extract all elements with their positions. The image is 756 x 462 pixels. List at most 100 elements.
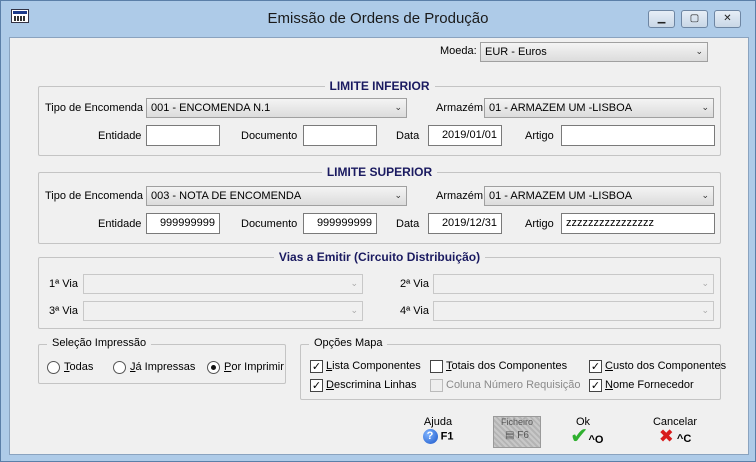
nome-mnemonic: N bbox=[605, 379, 613, 391]
via1-label: 1ª Via bbox=[49, 278, 78, 290]
minimize-button[interactable]: ▁ bbox=[648, 10, 675, 28]
maximize-icon: ▢ bbox=[689, 13, 700, 24]
entidade-inferior-input[interactable] bbox=[146, 125, 220, 146]
nome-fornecedor-checkbox[interactable]: ✓ bbox=[589, 379, 602, 392]
main-window: Emissão de Ordens de Produção ▁ ▢ ✕ Moed… bbox=[0, 0, 756, 462]
folder-icon: ▤ bbox=[505, 430, 515, 441]
todas-radio[interactable] bbox=[47, 361, 60, 374]
entidade-label: Entidade bbox=[98, 130, 142, 142]
lista-componentes-label[interactable]: Lista Componentes bbox=[326, 360, 421, 372]
armazem-superior-select[interactable]: 01 - ARMAZEM UM -LISBOA ⌄ bbox=[484, 186, 714, 206]
data-inferior-input[interactable]: 2019/01/01 bbox=[428, 125, 502, 146]
maximize-button[interactable]: ▢ bbox=[681, 10, 708, 28]
via3-label: 3ª Via bbox=[49, 305, 78, 317]
coluna-requisicao-label: Coluna Número Requisição bbox=[446, 379, 581, 391]
title-bar[interactable]: Emissão de Ordens de Produção ▁ ▢ ✕ bbox=[1, 1, 755, 37]
documento-label: Documento bbox=[241, 130, 298, 142]
documento-superior-input[interactable]: 999999999 bbox=[303, 213, 377, 234]
por-imprimir-radio[interactable] bbox=[207, 361, 220, 374]
chevron-down-icon: ⌄ bbox=[701, 103, 709, 113]
moeda-select[interactable]: EUR - Euros ⌄ bbox=[480, 42, 708, 62]
limite-superior-group: LIMITE SUPERIOR Tipo de Encomenda 003 - … bbox=[38, 165, 721, 244]
cancelar-button[interactable]: Cancelar ✖ ^C bbox=[650, 416, 700, 446]
entidade-label: Entidade bbox=[98, 218, 142, 230]
moeda-label: Moeda: bbox=[440, 45, 477, 57]
vias-group: Vias a Emitir (Circuito Distribuição) 1ª… bbox=[38, 250, 721, 329]
artigo-label: Artigo bbox=[525, 218, 554, 230]
window-title: Emissão de Ordens de Produção bbox=[267, 10, 489, 27]
armazem-label: Armazém bbox=[436, 102, 484, 114]
custo-componentes-label[interactable]: Custo dos Componentes bbox=[605, 360, 726, 372]
check-icon: ✓ bbox=[311, 360, 322, 373]
artigo-inferior-input[interactable] bbox=[561, 125, 715, 146]
help-icon: ? bbox=[422, 429, 438, 444]
chevron-down-icon: ⌄ bbox=[350, 279, 358, 289]
totais-componentes-checkbox[interactable] bbox=[430, 360, 443, 373]
todas-label[interactable]: Todas bbox=[64, 361, 93, 373]
ja-impressas-label[interactable]: Já Impressas bbox=[130, 361, 195, 373]
chevron-down-icon: ⌄ bbox=[695, 47, 703, 57]
opcoes-title-wrap: Opções Mapa bbox=[309, 337, 720, 349]
armazem-inferior-value: 01 - ARMAZEM UM -LISBOA bbox=[489, 102, 633, 114]
custo-componentes-checkbox[interactable]: ✓ bbox=[589, 360, 602, 373]
documento-label: Documento bbox=[241, 218, 298, 230]
nome-text: ome Fornecedor bbox=[612, 379, 694, 391]
tipo-encomenda-inferior-select[interactable]: 001 - ENCOMENDA N.1 ⌄ bbox=[146, 98, 407, 118]
ficheiro-button: Ficheiro ▤ F6 bbox=[493, 416, 541, 448]
descrimina-mnemonic: D bbox=[326, 379, 334, 391]
via3-select[interactable]: ⌄ bbox=[83, 301, 363, 321]
chevron-down-icon: ⌄ bbox=[701, 306, 709, 316]
ja-impressas-radio[interactable] bbox=[113, 361, 126, 374]
descrimina-linhas-label[interactable]: Descrimina Linhas bbox=[326, 379, 417, 391]
tipo-encomenda-superior-select[interactable]: 003 - NOTA DE ENCOMENDA ⌄ bbox=[146, 186, 407, 206]
descrimina-linhas-checkbox[interactable]: ✓ bbox=[310, 379, 323, 392]
armazem-superior-value: 01 - ARMAZEM UM -LISBOA bbox=[489, 190, 633, 202]
limite-inferior-title: LIMITE INFERIOR bbox=[324, 79, 435, 93]
via4-label: 4ª Via bbox=[400, 305, 429, 317]
check-icon: ✔ bbox=[570, 424, 589, 449]
coluna-requisicao-checkbox[interactable] bbox=[430, 379, 443, 392]
ajuda-label: Ajuda bbox=[423, 416, 453, 428]
ajuda-button[interactable]: Ajuda ? F1 bbox=[418, 416, 458, 444]
nome-fornecedor-label[interactable]: Nome Fornecedor bbox=[605, 379, 694, 391]
artigo-label: Artigo bbox=[525, 130, 554, 142]
check-icon: ✓ bbox=[590, 360, 601, 373]
minimize-icon: ▁ bbox=[657, 13, 666, 24]
lista-componentes-checkbox[interactable]: ✓ bbox=[310, 360, 323, 373]
ok-key: ^O bbox=[588, 434, 604, 446]
via2-select[interactable]: ⌄ bbox=[433, 274, 714, 294]
chevron-down-icon: ⌄ bbox=[350, 306, 358, 316]
selecao-title-wrap: Seleção Impressão bbox=[47, 337, 285, 349]
chevron-down-icon: ⌄ bbox=[394, 103, 402, 113]
tipo-encomenda-inferior-value: 001 - ENCOMENDA N.1 bbox=[151, 102, 271, 114]
vias-title: Vias a Emitir (Circuito Distribuição) bbox=[273, 250, 486, 264]
artigo-superior-input[interactable]: zzzzzzzzzzzzzzzz bbox=[561, 213, 715, 234]
ja-text: á Impressas bbox=[135, 361, 196, 373]
cancelar-label: Cancelar bbox=[652, 416, 698, 428]
selecao-title: Seleção Impressão bbox=[47, 337, 152, 349]
vias-title-wrap: Vias a Emitir (Circuito Distribuição) bbox=[39, 250, 720, 264]
documento-inferior-input[interactable] bbox=[303, 125, 377, 146]
totais-componentes-label[interactable]: Totais dos Componentes bbox=[446, 360, 567, 372]
todas-text: odas bbox=[69, 361, 94, 373]
data-label: Data bbox=[396, 218, 420, 230]
via1-select[interactable]: ⌄ bbox=[83, 274, 363, 294]
opcoes-title: Opções Mapa bbox=[309, 337, 388, 349]
chevron-down-icon: ⌄ bbox=[394, 191, 402, 201]
via2-label: 2ª Via bbox=[400, 278, 429, 290]
limite-inferior-title-wrap: LIMITE INFERIOR bbox=[39, 79, 720, 93]
check-icon: ✓ bbox=[590, 379, 601, 392]
ok-button[interactable]: Ok ✔^O bbox=[570, 416, 620, 449]
entidade-superior-input[interactable]: 999999999 bbox=[146, 213, 220, 234]
check-icon: ✓ bbox=[311, 379, 322, 392]
data-superior-input[interactable]: 2019/12/31 bbox=[428, 213, 502, 234]
close-button[interactable]: ✕ bbox=[714, 10, 741, 28]
armazem-inferior-select[interactable]: 01 - ARMAZEM UM -LISBOA ⌄ bbox=[484, 98, 714, 118]
custo-text: usto dos Componentes bbox=[612, 360, 727, 372]
por-imprimir-label[interactable]: Por Imprimir bbox=[224, 361, 284, 373]
cancelar-key: ^C bbox=[676, 433, 692, 445]
via4-select[interactable]: ⌄ bbox=[433, 301, 714, 321]
ficheiro-key: F6 bbox=[517, 430, 529, 441]
lista-text: ista Componentes bbox=[332, 360, 421, 372]
dialog-body: Moeda: EUR - Euros ⌄ LIMITE INFERIOR Tip… bbox=[9, 37, 749, 455]
